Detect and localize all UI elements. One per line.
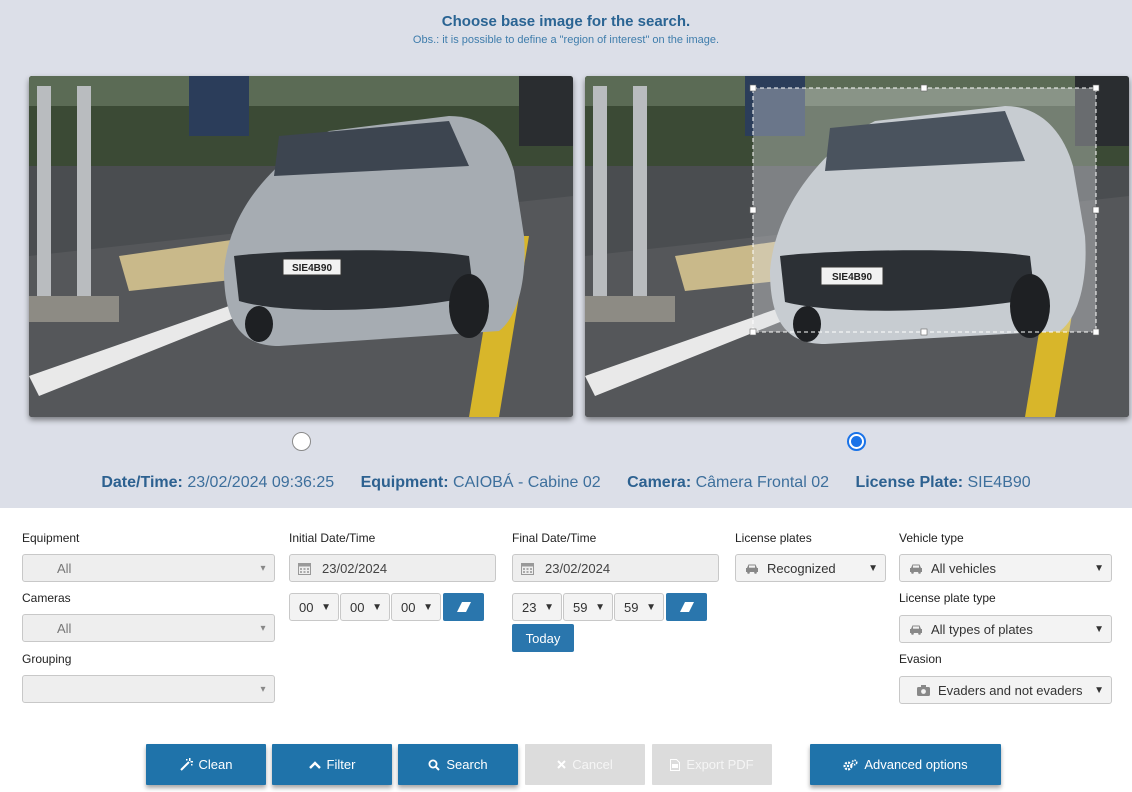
initial-second-value: 00 (401, 599, 416, 615)
pdf-file-icon (670, 758, 681, 771)
equipment-select-value: All (57, 560, 72, 576)
vehicle-type-label: Vehicle type (899, 531, 964, 545)
initial-second-select[interactable]: 00 ▼ (391, 593, 441, 621)
cameras-select-value: All (57, 620, 72, 636)
search-button[interactable]: Search (398, 744, 518, 785)
car-icon (745, 563, 759, 574)
vehicle-type-select[interactable]: All vehicles ▼ (899, 554, 1112, 582)
selected-image-details: Date/Time: 23/02/2024 09:36:25 Equipment… (0, 474, 1132, 492)
eraser-icon (679, 602, 694, 612)
chevron-down-icon: ▼ (646, 601, 656, 613)
filter-button-label: Filter (326, 757, 356, 772)
chevron-down-icon: ▼ (372, 601, 382, 613)
chevron-down-icon: ▼ (868, 562, 878, 574)
clear-initial-datetime-button[interactable] (443, 593, 484, 621)
filter-button[interactable]: Filter (272, 744, 392, 785)
initial-hour-value: 00 (299, 599, 314, 615)
final-datetime-label: Final Date/Time (512, 531, 597, 545)
chevron-down-icon: ▾ (260, 683, 266, 695)
equipment-label: Equipment: (360, 474, 449, 491)
cancel-button-label: Cancel (572, 757, 613, 772)
grouping-select[interactable]: ▾ (22, 675, 275, 703)
search-button-label: Search (446, 757, 488, 772)
final-date-input[interactable]: 23/02/2024 (512, 554, 719, 582)
export-pdf-button[interactable]: Export PDF (652, 744, 772, 785)
evasion-label: Evasion (899, 652, 942, 666)
eraser-icon (456, 602, 471, 612)
chevron-down-icon: ▼ (595, 601, 605, 613)
equipment-select[interactable]: All ▾ (22, 554, 275, 582)
initial-date-input[interactable]: 23/02/2024 (289, 554, 496, 582)
license-plate-type-value: All types of plates (931, 621, 1033, 637)
clean-button[interactable]: Clean (146, 744, 266, 785)
license-plate-value: SIE4B90 (967, 474, 1031, 491)
chevron-down-icon: ▼ (423, 601, 433, 613)
final-minute-value: 59 (573, 599, 588, 615)
datetime-value: 23/02/2024 09:36:25 (187, 474, 335, 491)
clean-button-label: Clean (198, 757, 233, 772)
chevron-down-icon: ▼ (1094, 623, 1104, 635)
chevron-down-icon: ▼ (321, 601, 331, 613)
close-icon (557, 760, 566, 769)
today-button[interactable]: Today (512, 624, 574, 652)
camera-label: Camera: (627, 474, 692, 491)
vehicle-image-option-1[interactable]: SIE4B90 (29, 76, 573, 417)
initial-date-value: 23/02/2024 (322, 560, 388, 576)
final-second-value: 59 (624, 599, 639, 615)
panel-title: Choose base image for the search. (441, 13, 691, 30)
image-2-radio[interactable] (847, 432, 866, 451)
image-selection-panel: Choose base image for the search. Obs.: … (0, 0, 1132, 508)
advanced-options-button-label: Advanced options (864, 757, 968, 772)
initial-hour-select[interactable]: 00 ▼ (289, 593, 339, 621)
calendar-icon (521, 562, 537, 575)
image-1-radio[interactable] (292, 432, 311, 451)
chevron-up-icon (308, 760, 321, 769)
car-icon (909, 624, 923, 635)
chevron-down-icon: ▾ (260, 562, 266, 574)
final-hour-value: 23 (522, 599, 537, 615)
gears-icon (843, 758, 858, 771)
chevron-down-icon: ▼ (1094, 684, 1104, 696)
export-pdf-button-label: Export PDF (686, 757, 754, 772)
calendar-icon (298, 562, 314, 575)
grouping-label: Grouping (22, 652, 72, 666)
license-plates-select[interactable]: Recognized ▼ (735, 554, 886, 582)
chevron-down-icon: ▾ (260, 622, 266, 634)
final-second-select[interactable]: 59 ▼ (614, 593, 664, 621)
equipment-label: Equipment (22, 531, 80, 545)
equipment-value: CAIOBÁ - Cabine 02 (453, 474, 601, 491)
camera-icon (917, 684, 930, 696)
advanced-options-button[interactable]: Advanced options (810, 744, 1001, 785)
license-plate-label: License Plate: (855, 474, 964, 491)
magic-wand-icon (179, 758, 193, 771)
chevron-down-icon: ▼ (1094, 562, 1104, 574)
evasion-value: Evaders and not evaders (938, 682, 1083, 698)
panel-subtitle: Obs.: it is possible to define a "region… (412, 34, 720, 46)
final-hour-select[interactable]: 23 ▼ (512, 593, 562, 621)
car-icon (909, 563, 923, 574)
cancel-button[interactable]: Cancel (525, 744, 645, 785)
license-plate-type-label: License plate type (899, 591, 996, 605)
camera-value: Câmera Frontal 02 (695, 474, 829, 491)
license-plate-type-select[interactable]: All types of plates ▼ (899, 615, 1112, 643)
license-plates-value: Recognized (767, 560, 836, 576)
initial-minute-value: 00 (350, 599, 365, 615)
initial-datetime-label: Initial Date/Time (289, 531, 376, 545)
license-plates-label: License plates (735, 531, 812, 545)
final-date-value: 23/02/2024 (545, 560, 611, 576)
evasion-select[interactable]: Evaders and not evaders ▼ (899, 676, 1112, 704)
clear-final-datetime-button[interactable] (666, 593, 707, 621)
initial-minute-select[interactable]: 00 ▼ (340, 593, 390, 621)
svg-text:SIE4B90: SIE4B90 (292, 263, 332, 274)
search-icon (428, 759, 441, 771)
cameras-label: Cameras (22, 591, 71, 605)
datetime-label: Date/Time: (101, 474, 183, 491)
vehicle-image-option-2[interactable]: SIE4B90 (585, 76, 1129, 417)
chevron-down-icon: ▼ (544, 601, 554, 613)
final-minute-select[interactable]: 59 ▼ (563, 593, 613, 621)
svg-text:SIE4B90: SIE4B90 (832, 272, 872, 283)
cameras-select[interactable]: All ▾ (22, 614, 275, 642)
vehicle-type-value: All vehicles (931, 560, 997, 576)
